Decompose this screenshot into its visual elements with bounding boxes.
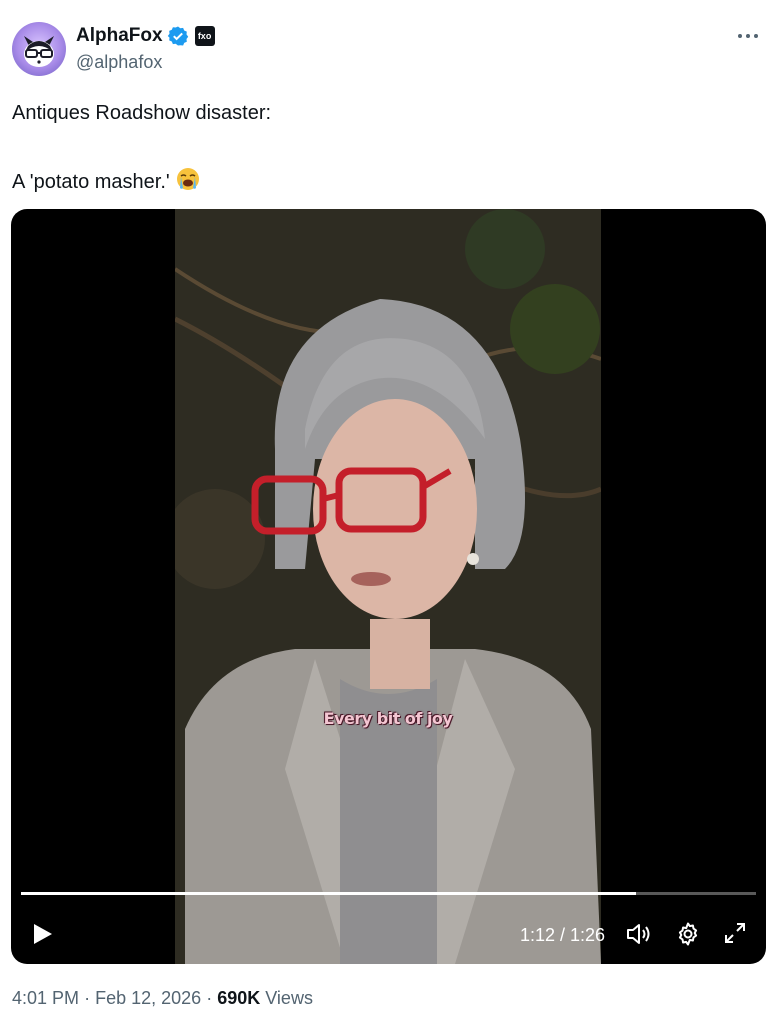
verified-badge-icon[interactable] xyxy=(167,25,189,47)
volume-icon xyxy=(627,924,650,944)
tweet-line-2-text: A 'potato masher.' xyxy=(12,171,170,193)
more-options-button[interactable] xyxy=(734,22,762,50)
handle[interactable]: @alphafox xyxy=(76,52,162,73)
tweet-line-1: Antiques Roadshow disaster: xyxy=(12,102,272,124)
loudly-crying-face-icon xyxy=(175,166,201,192)
settings-button[interactable] xyxy=(675,921,701,947)
fullscreen-button[interactable] xyxy=(723,921,747,945)
tweet-meta: 4:01 PM · Feb 12, 2026 · 690K Views xyxy=(12,988,313,1009)
video-controls: 1:12 / 1:26 xyxy=(11,909,766,959)
play-button[interactable] xyxy=(29,921,55,947)
video-frame: Every bit of joy xyxy=(175,209,601,964)
name-row: AlphaFox fxo xyxy=(76,24,215,48)
tweet-date[interactable]: Feb 12, 2026 xyxy=(95,988,201,1008)
tweet-time[interactable]: 4:01 PM xyxy=(12,988,79,1008)
tweet-line-2: A 'potato masher.' xyxy=(12,166,752,195)
play-icon xyxy=(34,924,52,944)
views-label: Views xyxy=(265,988,313,1008)
more-horizontal-icon xyxy=(738,34,758,38)
video-progress-fill xyxy=(21,892,637,895)
meta-separator: · xyxy=(84,988,91,1008)
volume-button[interactable] xyxy=(625,921,653,947)
gear-icon xyxy=(678,922,698,946)
avatar[interactable] xyxy=(12,22,66,76)
video-time-display: 1:12 / 1:26 xyxy=(520,925,606,945)
video-player[interactable]: Every bit of joy 1:12 / 1:26 xyxy=(11,209,766,964)
views-count: 690K xyxy=(217,988,261,1008)
display-name[interactable]: AlphaFox xyxy=(76,25,163,47)
expand-icon xyxy=(725,923,745,943)
video-progress-bar[interactable] xyxy=(21,892,756,895)
video-caption: Every bit of joy xyxy=(323,709,453,728)
video-still-image xyxy=(175,209,601,964)
meta-separator-2: · xyxy=(206,988,213,1008)
fox-with-glasses-avatar-icon xyxy=(24,36,54,67)
tweet-header: AlphaFox fxo @alphafox xyxy=(12,20,762,80)
tweet-text: Antiques Roadshow disaster: A 'potato ma… xyxy=(12,100,752,195)
affiliation-badge[interactable]: fxo xyxy=(194,26,215,46)
